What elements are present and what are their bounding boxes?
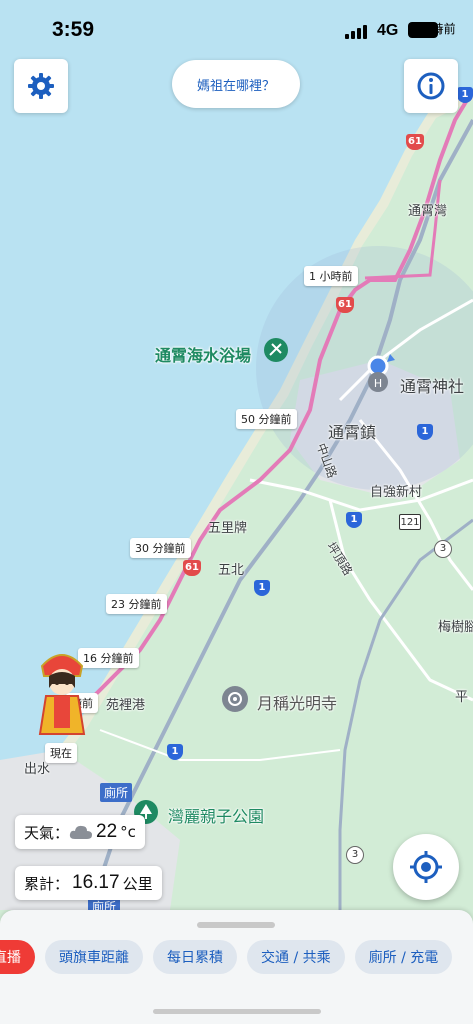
road-shield-3: 3	[346, 846, 364, 864]
road-shield-1: 1	[417, 424, 433, 440]
place-label-meishulin: 梅樹腳	[438, 620, 473, 635]
place-label-tongxiao-bay: 通霄灣	[408, 204, 448, 219]
svg-text:H: H	[374, 377, 382, 390]
route-time-tag: 50 分鐘前	[236, 409, 297, 429]
place-label-wubei: 五北	[218, 563, 245, 578]
tab-daily-total[interactable]: 每日累積	[153, 940, 237, 974]
beach-icon	[269, 343, 282, 356]
place-label-shrine[interactable]: 通霄神社	[400, 373, 464, 397]
network-type: 4G	[377, 22, 399, 39]
road-shield-121: 121	[399, 514, 421, 530]
distance-value: 16.17	[72, 872, 120, 893]
locate-me-button[interactable]	[393, 834, 459, 900]
distance-card: 累計： 16.17 公里	[15, 866, 162, 900]
settings-button[interactable]	[14, 59, 68, 113]
place-label-park[interactable]: 灣麗親子公園	[168, 803, 264, 827]
route-time-tag: 23 分鐘前	[106, 594, 167, 614]
place-label-temple[interactable]: 月稱光明寺	[257, 690, 337, 714]
bottom-sheet[interactable]: 上直播 頭旗車距離 每日累積 交通 / 共乘 廁所 / 充電	[0, 910, 473, 1024]
mazu-avatar-icon[interactable]	[36, 648, 88, 738]
road-shield-61: 61	[183, 560, 201, 576]
route-time-tag: 1 小時前	[304, 266, 358, 286]
road-shield-61: 61	[406, 134, 424, 150]
temple-wheel-icon	[228, 692, 242, 706]
weather-unit: °c	[120, 823, 136, 841]
home-indicator	[153, 1009, 321, 1014]
tab-transport[interactable]: 交通 / 共乘	[247, 940, 345, 974]
distance-unit: 公里	[122, 874, 153, 893]
place-label-yuanli-port: 苑裡港	[106, 698, 146, 713]
sheet-grabber[interactable]	[197, 922, 275, 928]
weather-card: 天氣： 22 °c	[15, 815, 145, 849]
place-label-town: 通霄鎮	[328, 423, 377, 442]
overlay-route-time: 1小時前	[412, 22, 456, 36]
road-shield-1: 1	[254, 580, 270, 596]
place-label-wulipai: 五里牌	[208, 521, 248, 536]
info-icon	[417, 72, 445, 100]
place-label-beach-park[interactable]: 通霄海水浴場	[155, 342, 251, 366]
road-shield-3: 3	[434, 540, 452, 558]
distance-label: 累計：	[24, 874, 70, 893]
route-time-tag: 30 分鐘前	[130, 538, 191, 558]
tab-toilet-charging[interactable]: 廁所 / 充電	[354, 940, 453, 974]
place-label-ping: 平	[455, 690, 469, 705]
crosshair-icon	[410, 851, 442, 883]
road-shield-1: 1	[167, 744, 183, 760]
tab-bar: 上直播 頭旗車距離 每日累積 交通 / 共乘 廁所 / 充電	[0, 940, 453, 974]
info-button[interactable]	[404, 59, 458, 113]
status-bar: 3:59 4G 1小時前	[0, 0, 473, 60]
road-shield-1: 1	[346, 512, 362, 528]
current-position-tag: 現在	[45, 743, 77, 763]
tab-live[interactable]: 上直播	[0, 940, 35, 974]
weather-value: 22	[96, 821, 118, 842]
weather-label: 天氣：	[24, 823, 70, 842]
toilet-marker[interactable]: 廁所	[100, 783, 133, 802]
gear-icon	[28, 73, 54, 99]
road-shield-61: 61	[336, 297, 354, 313]
place-label-ziqiang: 自強新村	[370, 485, 423, 500]
status-time: 3:59	[52, 18, 95, 41]
where-is-mazu-button[interactable]: 媽祖在哪裡？	[172, 60, 300, 108]
tab-lead-car-distance[interactable]: 頭旗車距離	[45, 940, 143, 974]
cellular-signal-icon	[345, 25, 367, 39]
road-shield-1: 1	[457, 87, 473, 103]
cloud-icon	[69, 825, 93, 839]
